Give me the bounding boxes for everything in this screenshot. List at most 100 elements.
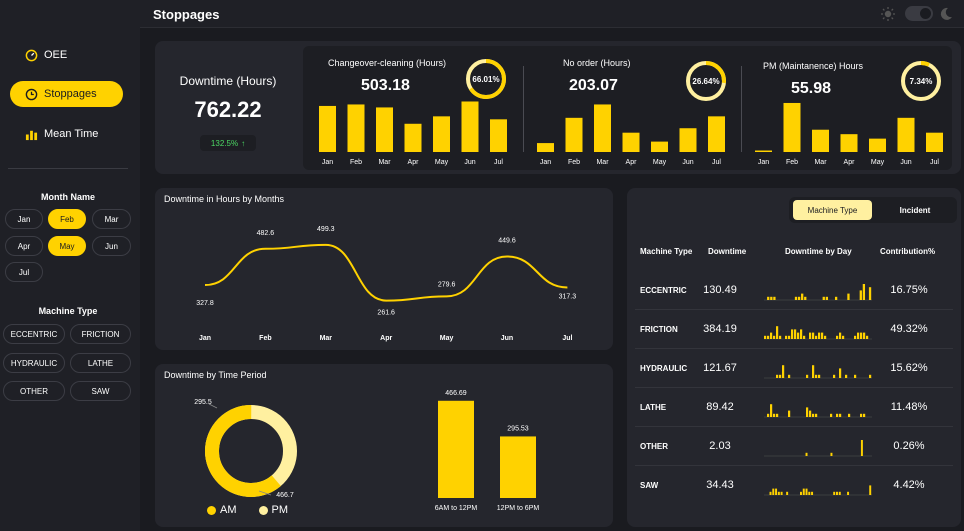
- line-x-tick-label: Mar: [320, 335, 333, 342]
- ring-pct-label: 7.34%: [910, 77, 933, 86]
- mini-bar: [404, 123, 422, 152]
- sparkline-bar: [777, 491, 780, 495]
- sparkline-bar: [809, 332, 812, 339]
- cell-machine-type: HYDRAULIC: [640, 364, 688, 373]
- cell-machine-type: ECCENTRIC: [640, 286, 687, 295]
- sparkline-bar: [785, 335, 788, 339]
- sparkline-bar: [838, 491, 841, 495]
- legend-dot-pm: [258, 505, 268, 515]
- mini-bar-tick-label: Jun: [682, 159, 693, 166]
- sparkline-bars: [764, 440, 872, 457]
- page-title: Stoppages: [153, 7, 220, 22]
- month-pill-feb[interactable]: Feb: [48, 209, 86, 229]
- bar-chart-icon: [24, 127, 38, 141]
- kpi-change-badge: 132.5% ↑: [200, 135, 256, 151]
- sparkline-bar: [815, 413, 818, 417]
- sparkline-bars: [764, 485, 872, 496]
- ring-pct-label: 66.01%: [472, 75, 499, 84]
- line-data-label: 261.6: [377, 310, 395, 317]
- sparkline-bar: [802, 488, 805, 495]
- table-row[interactable]: SAW 34.43 4.42%: [627, 474, 961, 513]
- sparkline-bar: [772, 488, 775, 495]
- month-pill-apr[interactable]: Apr: [5, 236, 43, 256]
- month-pill-jul[interactable]: Jul: [5, 262, 43, 282]
- sparkline-bar: [818, 374, 821, 378]
- cell-contribution: 15.62%: [890, 362, 928, 374]
- mini-bar-tick-label: Jun: [900, 159, 911, 166]
- sparkline-bar: [776, 326, 779, 339]
- cell-machine-type: FRICTION: [640, 325, 678, 334]
- machine-filter-title: Machine Type: [38, 306, 98, 316]
- machine-pill-saw[interactable]: SAW: [70, 381, 131, 401]
- sun-icon[interactable]: [880, 6, 896, 27]
- row-divider: [635, 348, 953, 349]
- mini-bar-tick-label: Feb: [786, 159, 798, 166]
- mini-bar-tick-label: Mar: [596, 159, 609, 166]
- mini-bar-tick-label: May: [435, 159, 449, 166]
- sparkline-bar: [836, 491, 838, 495]
- sparkline-bar: [854, 335, 857, 339]
- sparkline-bar: [812, 413, 815, 417]
- nav-item-stoppages[interactable]: Stoppages: [10, 81, 123, 107]
- col-header-downtime-by-day: Downtime by Day: [785, 247, 852, 256]
- table-toggle: Machine Type Incident: [789, 197, 957, 223]
- sparkline-bar: [847, 293, 850, 300]
- sparkline-bar: [830, 413, 833, 417]
- toggle-machine-type[interactable]: Machine Type: [793, 200, 872, 220]
- sparkline-bar: [794, 329, 797, 339]
- machine-pill-hydraulic[interactable]: HYDRAULIC: [3, 353, 65, 373]
- header: Stoppages: [140, 0, 964, 28]
- toggle-incident[interactable]: Incident: [877, 200, 953, 220]
- mini-bar: [622, 132, 640, 152]
- line-x-tick-label: Jun: [501, 335, 513, 342]
- table-row[interactable]: FRICTION 384.19 49.32%: [627, 318, 961, 357]
- period-bar-data-label: 295.53: [507, 425, 529, 432]
- mini-bar: [840, 134, 858, 152]
- mini-bar: [897, 117, 915, 152]
- table-row[interactable]: OTHER 2.03 0.26%: [627, 435, 961, 474]
- machine-pill-lathe[interactable]: LATHE: [70, 353, 131, 373]
- month-pill-may[interactable]: May: [48, 236, 86, 256]
- mini-bar-tick-label: Apr: [626, 159, 638, 166]
- mini-bar: [755, 150, 772, 152]
- month-pill-jan[interactable]: Jan: [5, 209, 43, 229]
- table-row[interactable]: LATHE 89.42 11.48%: [627, 396, 961, 435]
- sparkline-bar: [764, 335, 767, 339]
- sparkline-bar: [836, 335, 839, 339]
- mini-bar-tick-label: Mar: [814, 159, 827, 166]
- machine-pill-other[interactable]: OTHER: [3, 381, 65, 401]
- sparkline-bar: [839, 368, 842, 378]
- mini-bar: [537, 143, 554, 152]
- mini-bar-chart: Jan Feb Mar Apr May Jun Jul: [537, 104, 725, 166]
- mini-divider: [741, 66, 742, 152]
- mini-cards-panel: Changeover-cleaning (Hours) 503.18 66.01…: [303, 46, 952, 170]
- sparkline-bar: [868, 287, 872, 300]
- line-data-label: 279.6: [438, 281, 456, 288]
- sparkline-bar: [825, 296, 828, 300]
- machine-pill-eccentric[interactable]: ECCENTRIC: [3, 324, 65, 344]
- line-x-tick-label: Jan: [199, 335, 211, 342]
- sparkline-bars: [764, 326, 872, 340]
- sparkline-bars: [764, 284, 872, 301]
- line-data-label: 482.6: [257, 230, 275, 237]
- sparkline-bar: [812, 365, 815, 378]
- nav-item-mean-time[interactable]: Mean Time: [10, 121, 123, 147]
- month-pill-jun[interactable]: Jun: [92, 236, 131, 256]
- nav-item-oee[interactable]: OEE: [10, 42, 123, 68]
- theme-toggle[interactable]: [905, 6, 933, 21]
- sparkline-bar: [830, 452, 833, 456]
- table-row[interactable]: HYDRAULIC 121.67 15.62%: [627, 357, 961, 396]
- sparkline-bar: [854, 374, 857, 378]
- table-row[interactable]: ECCENTRIC 130.49 16.75%: [627, 279, 961, 318]
- sparkline-bar: [779, 335, 782, 339]
- moon-icon[interactable]: [938, 6, 954, 27]
- mini-bar-tick-label: Jan: [540, 159, 551, 166]
- sparkline-bar: [780, 491, 783, 495]
- month-pill-mar[interactable]: Mar: [92, 209, 131, 229]
- sparkline-bar: [866, 335, 869, 339]
- machine-pill-friction[interactable]: FRICTION: [70, 324, 131, 344]
- line-x-tick-label: Feb: [259, 335, 271, 342]
- sparkline-bar: [776, 374, 779, 378]
- sparkline-bar: [862, 284, 866, 300]
- period-bar-tick-label: 6AM to 12PM: [435, 505, 478, 512]
